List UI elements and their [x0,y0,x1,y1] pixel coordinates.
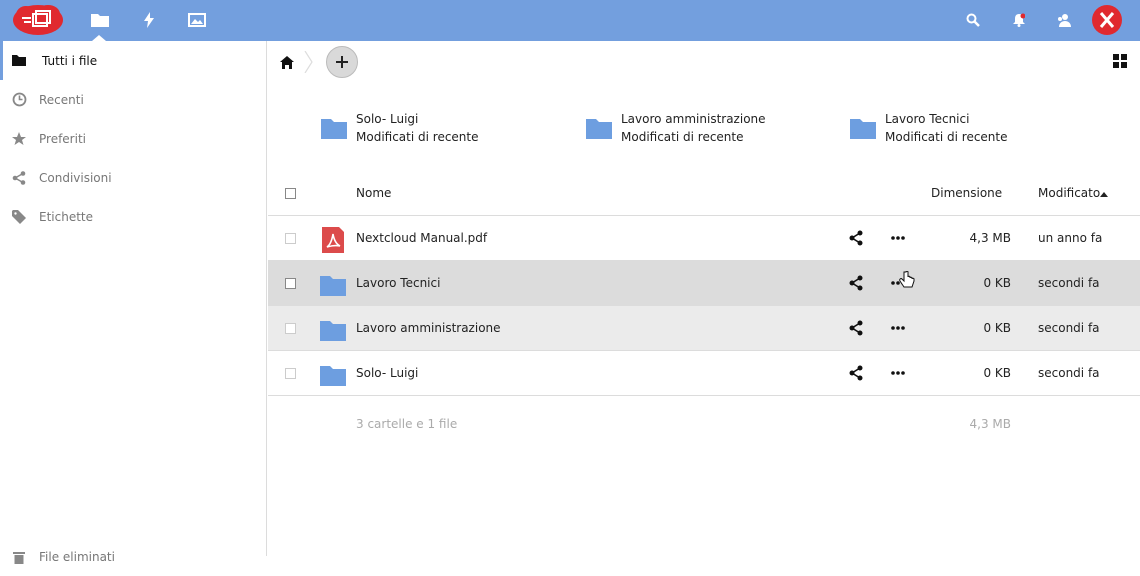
recent-folder-subtitle: Modificati di recente [885,130,1008,144]
file-list-area: Solo- Luigi Modificati di recente Lavoro… [268,41,1140,556]
table-row[interactable]: Lavoro Tecnici 0 KB secondi fa [268,261,1140,306]
row-checkbox[interactable] [285,278,296,289]
app-files-folder-icon[interactable] [88,8,112,32]
sidebar-item-favorites[interactable]: Preferiti [0,119,266,158]
file-table-header: Nome Dimensione Modificato [268,175,1140,216]
column-modified-header[interactable]: Modificato [1038,186,1100,200]
more-actions-icon[interactable] [890,230,906,246]
file-size: 0 KB [983,321,1011,335]
recent-folder-name: Lavoro Tecnici [885,112,970,126]
bell-icon[interactable] [1007,8,1031,32]
file-name[interactable]: Lavoro amministrazione [356,321,501,335]
file-name[interactable]: Nextcloud Manual.pdf [356,231,487,245]
file-modified: secondi fa [1038,321,1100,335]
user-avatar[interactable] [1092,5,1122,35]
hand-cursor-icon [899,271,915,288]
top-header [0,0,1140,41]
sidebar-item-label: Preferiti [39,131,86,146]
sidebar: Tutti i file Recenti Preferiti Condivisi… [0,41,267,564]
breadcrumb-separator [304,51,313,73]
recent-folder-name: Lavoro amministrazione [621,112,766,126]
table-row[interactable]: Lavoro amministrazione 0 KB secondi fa [268,306,1140,351]
sidebar-item-label: File eliminati [39,549,115,564]
share-icon [11,170,27,186]
file-size: 0 KB [983,366,1011,380]
sidebar-item-all-files[interactable]: Tutti i file [0,41,266,80]
avatar-x-icon [1099,12,1115,28]
sidebar-item-tags[interactable]: Etichette [0,197,266,236]
share-icon[interactable] [848,320,864,336]
plus-icon [336,56,348,68]
file-modified: secondi fa [1038,276,1100,290]
file-name[interactable]: Lavoro Tecnici [356,276,440,290]
folder-icon [320,276,346,296]
row-checkbox[interactable] [285,323,296,334]
total-size: 4,3 MB [969,417,1011,431]
more-actions-icon[interactable] [890,320,906,336]
sidebar-item-label: Tutti i file [42,53,98,68]
recent-folder-card[interactable]: Lavoro amministrazione Modificati di rec… [586,111,836,151]
sidebar-item-label: Etichette [39,209,93,224]
grid-view-toggle-icon[interactable] [1113,54,1127,68]
tag-icon [11,209,27,225]
trash-icon [11,549,27,565]
folder-icon [320,321,346,341]
app-activity-lightning-icon[interactable] [137,8,161,32]
folder-icon [321,119,347,139]
star-icon [11,131,27,147]
file-modified: secondi fa [1038,366,1100,380]
file-size: 4,3 MB [969,231,1011,245]
nextcloud-logo[interactable] [12,3,64,37]
file-name[interactable]: Solo- Luigi [356,366,418,380]
sidebar-item-recent[interactable]: Recenti [0,80,266,119]
pdf-file-icon [322,227,344,253]
file-modified: un anno fa [1038,231,1103,245]
share-icon[interactable] [848,230,864,246]
recent-folder-subtitle: Modificati di recente [621,130,744,144]
recent-folder-card[interactable]: Solo- Luigi Modificati di recente [321,111,571,151]
file-size: 0 KB [983,276,1011,290]
new-file-button[interactable] [326,46,358,78]
file-summary: 3 cartelle e 1 file [356,417,458,431]
breadcrumb-home-icon[interactable] [278,53,296,71]
folder-icon [850,119,876,139]
recent-folder-card[interactable]: Lavoro Tecnici Modificati di recente [850,111,1100,151]
sidebar-item-trash[interactable]: File eliminati [0,537,266,576]
sidebar-item-label: Condivisioni [39,170,112,185]
search-icon[interactable] [961,8,985,32]
column-name-header[interactable]: Nome [356,186,391,200]
sort-ascending-icon [1100,192,1108,197]
app-gallery-image-icon[interactable] [185,8,209,32]
sidebar-item-shares[interactable]: Condivisioni [0,158,266,197]
contacts-icon[interactable] [1052,8,1076,32]
folder-icon [320,366,346,386]
table-row[interactable]: Nextcloud Manual.pdf 4,3 MB un anno fa [268,216,1140,261]
sidebar-item-label: Recenti [39,92,84,107]
recent-folder-name: Solo- Luigi [356,112,419,126]
row-checkbox[interactable] [285,233,296,244]
share-icon[interactable] [848,275,864,291]
folder-icon [11,53,27,69]
more-actions-icon[interactable] [890,365,906,381]
row-checkbox[interactable] [285,368,296,379]
share-icon[interactable] [848,365,864,381]
folder-icon [586,119,612,139]
clock-icon [11,92,27,108]
select-all-checkbox[interactable] [285,188,296,199]
table-row[interactable]: Solo- Luigi 0 KB secondi fa [268,351,1140,396]
recent-folder-subtitle: Modificati di recente [356,130,479,144]
column-size-header[interactable]: Dimensione [931,186,1002,200]
